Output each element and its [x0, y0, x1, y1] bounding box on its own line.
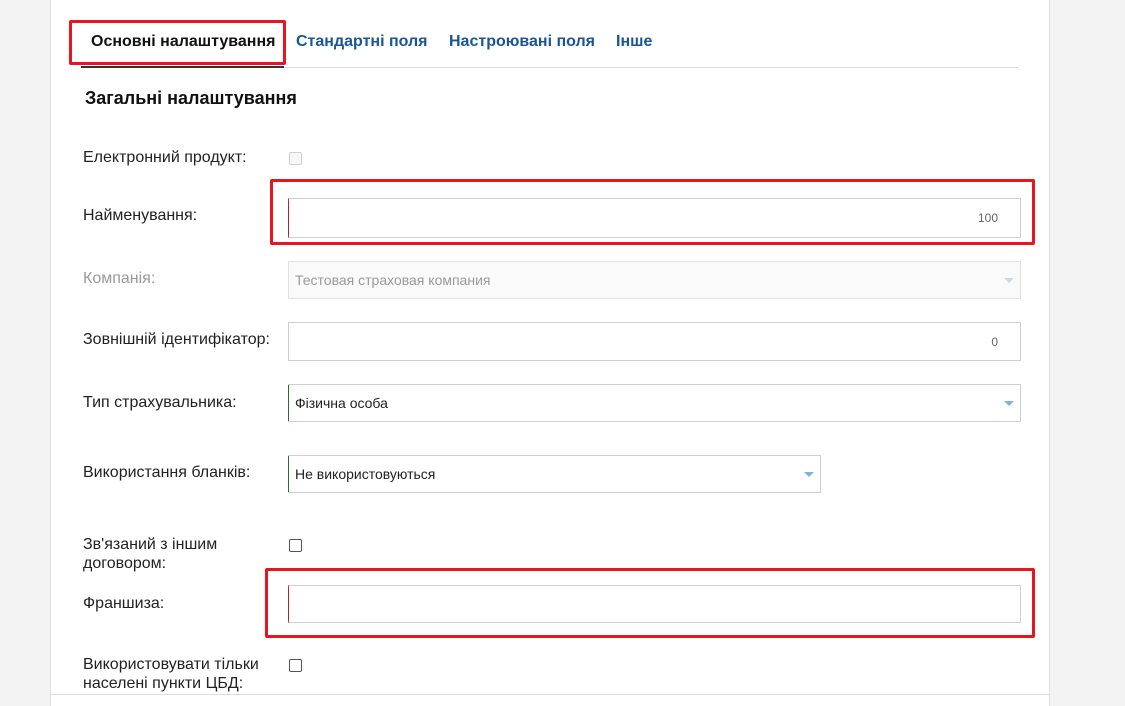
blanks-usage-select-value: Не використовуються: [295, 466, 436, 482]
active-tab-underline: [81, 66, 284, 68]
external-id-char-counter: 0: [991, 334, 998, 349]
tab-standard-fields[interactable]: Стандартні поля: [296, 33, 428, 51]
cbd-localities-checkbox[interactable]: [289, 659, 302, 672]
electronic-product-label: Електронний продукт:: [83, 149, 247, 166]
tab-main-settings[interactable]: Основні налаштування: [91, 33, 275, 51]
external-id-input[interactable]: 0: [288, 322, 1021, 361]
name-input[interactable]: 100: [288, 198, 1021, 238]
chevron-down-icon: [1004, 278, 1014, 283]
franchise-label: Франшиза:: [83, 595, 165, 612]
linked-contract-checkbox[interactable]: [289, 539, 302, 552]
electronic-product-checkbox: [289, 152, 302, 165]
external-id-label: Зовнішній ідентифікатор:: [83, 331, 270, 348]
section-title: Загальні налаштування: [85, 88, 297, 108]
panel-bottom-divider: [50, 694, 1050, 695]
insurer-type-label: Тип страхувальника:: [83, 394, 237, 411]
blanks-usage-label: Використання бланків:: [83, 464, 251, 481]
tab-bar: Основні налаштування Стандартні поля Нас…: [81, 20, 1018, 68]
insurer-type-select-value: Фізична особа: [295, 395, 388, 411]
franchise-input[interactable]: [288, 585, 1021, 623]
name-label: Найменування:: [83, 207, 198, 224]
name-char-counter: 100: [977, 211, 998, 225]
company-select-value: Тестовая страховая компания: [295, 272, 491, 288]
linked-contract-label: Зв'язаний з іншим договором:: [83, 536, 218, 572]
blanks-usage-select[interactable]: Не використовуються: [288, 455, 821, 493]
company-label: Компанія:: [83, 270, 156, 287]
tab-other[interactable]: Інше: [616, 33, 652, 51]
insurer-type-select[interactable]: Фізична особа: [288, 384, 1021, 422]
cbd-localities-label: Використовувати тільки населені пункти Ц…: [83, 656, 259, 692]
tab-custom-fields[interactable]: Настроювані поля: [449, 33, 595, 51]
company-select: Тестовая страховая компания: [288, 261, 1021, 299]
chevron-down-icon[interactable]: [1004, 401, 1014, 406]
chevron-down-icon[interactable]: [804, 472, 814, 477]
